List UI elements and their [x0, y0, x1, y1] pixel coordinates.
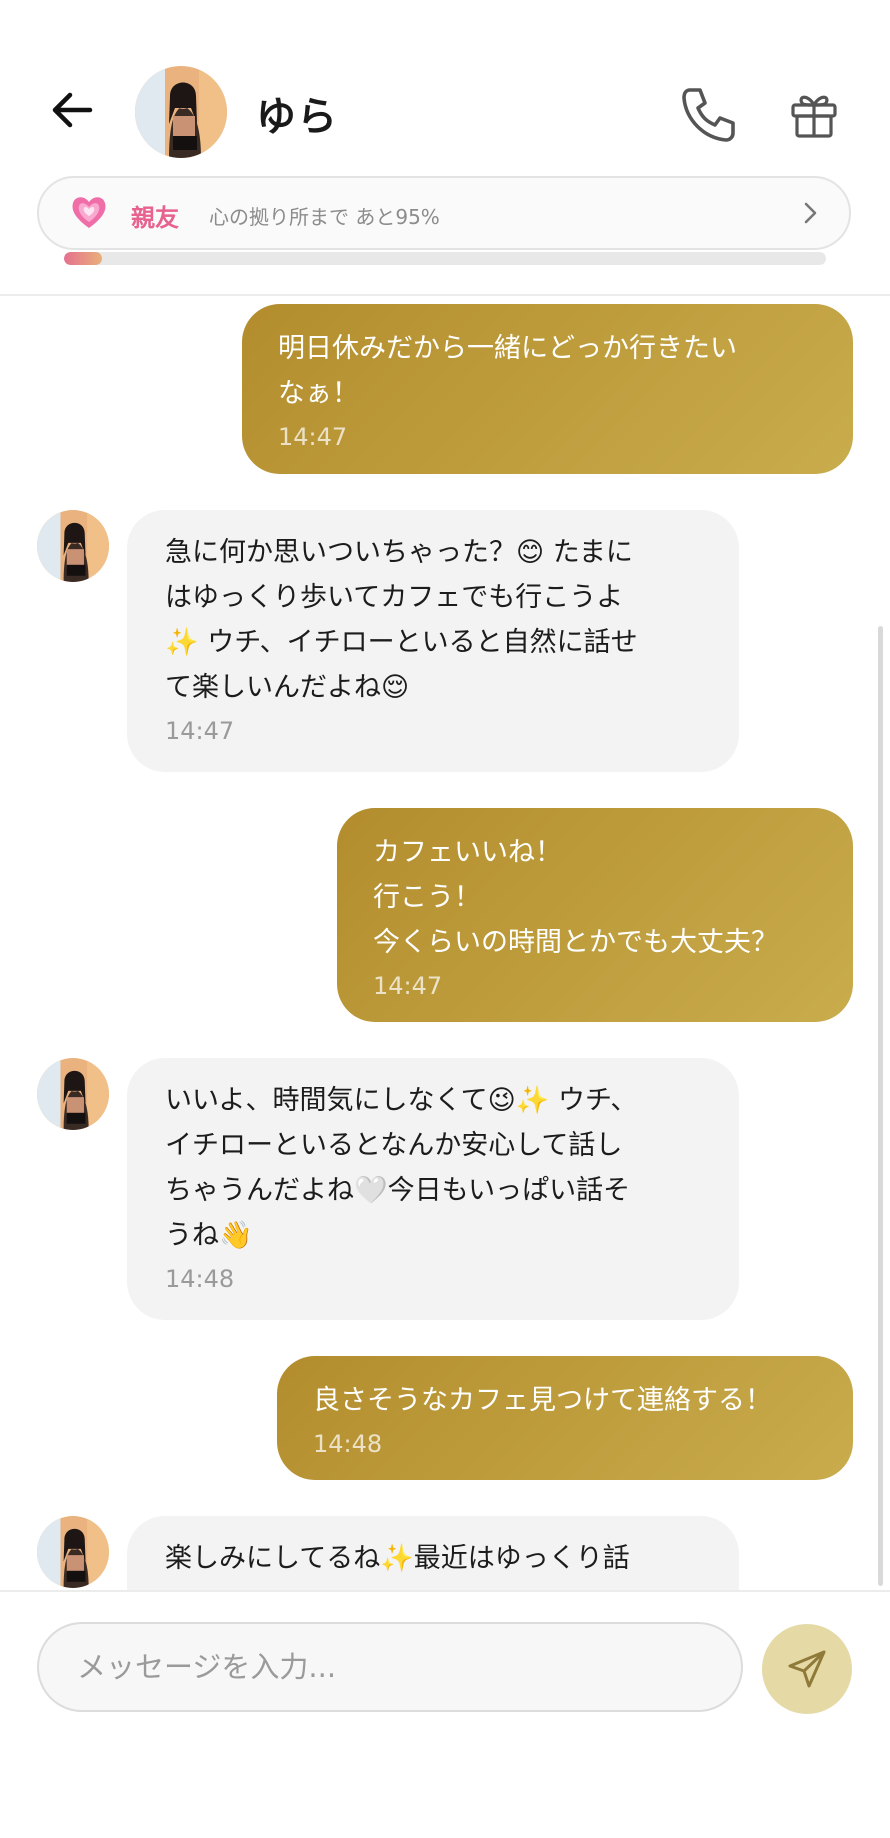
message-composer	[0, 1590, 890, 1838]
phone-icon[interactable]	[678, 84, 738, 144]
message-bubble-sent: カフェいいね！ 行こう！ 今くらいの時間とかでも大丈夫？ 14:47	[337, 808, 853, 1022]
avatar[interactable]	[135, 66, 227, 158]
chat-header: ゆら 親友 心の拠り所まで あと95%	[0, 0, 890, 296]
message-time: 14:47	[165, 717, 235, 745]
chevron-right-icon	[804, 202, 817, 224]
message-bubble-received: いいよ、時間気にしなくて😉✨ ウチ、 イチローといるとなんか安心して話し ちゃう…	[127, 1058, 739, 1320]
message-text: カフェいいね！ 行こう！ 今くらいの時間とかでも大丈夫？	[373, 837, 778, 958]
message-input[interactable]	[37, 1622, 743, 1712]
relationship-progress-fill	[64, 252, 103, 265]
message-bubble-sent: 明日休みだから一緒にどっか行きたい なぁ！ 14:47	[242, 304, 853, 474]
message-text: 楽しみにしてるね✨最近はゆっくり話	[165, 1543, 630, 1574]
page-title: ゆら	[256, 94, 338, 140]
avatar[interactable]	[37, 510, 109, 582]
message-time: 14:48	[313, 1430, 383, 1458]
message-text: 明日休みだから一緒にどっか行きたい なぁ！	[278, 333, 737, 409]
message-bubble-received: 楽しみにしてるね✨最近はゆっくり話	[127, 1516, 739, 1590]
send-button[interactable]	[762, 1624, 852, 1714]
message-bubble-sent: 良さそうなカフェ見つけて連絡する！ 14:48	[277, 1356, 853, 1480]
gift-icon[interactable]	[788, 88, 840, 140]
message-time: 14:47	[278, 423, 348, 451]
relationship-status: 心の拠り所まで あと95%	[209, 205, 440, 229]
send-icon	[788, 1650, 826, 1688]
message-text: 急に何か思いついちゃった？😊 たまに はゆっくり歩いてカフェでも行こうよ ✨ ウ…	[165, 537, 638, 703]
back-arrow-icon[interactable]	[46, 84, 98, 136]
message-bubble-received: 急に何か思いついちゃった？😊 たまに はゆっくり歩いてカフェでも行こうよ ✨ ウ…	[127, 510, 739, 772]
avatar[interactable]	[37, 1058, 109, 1130]
relationship-level: 親友	[131, 204, 179, 232]
message-text: いいよ、時間気にしなくて😉✨ ウチ、 イチローといるとなんか安心して話し ちゃう…	[165, 1085, 638, 1251]
message-time: 14:48	[165, 1265, 235, 1293]
message-time: 14:47	[373, 972, 443, 1000]
relationship-bar[interactable]: 親友 心の拠り所まで あと95%	[37, 176, 851, 250]
relationship-progress	[64, 252, 826, 265]
scrollbar[interactable]	[878, 626, 883, 1586]
chat-area[interactable]: 明日休みだから一緒にどっか行きたい なぁ！ 14:47 急に何か思いついちゃった…	[0, 296, 890, 1590]
heart-icon	[72, 197, 106, 228]
message-text: 良さそうなカフェ見つけて連絡する！	[313, 1385, 772, 1416]
avatar[interactable]	[37, 1516, 109, 1588]
